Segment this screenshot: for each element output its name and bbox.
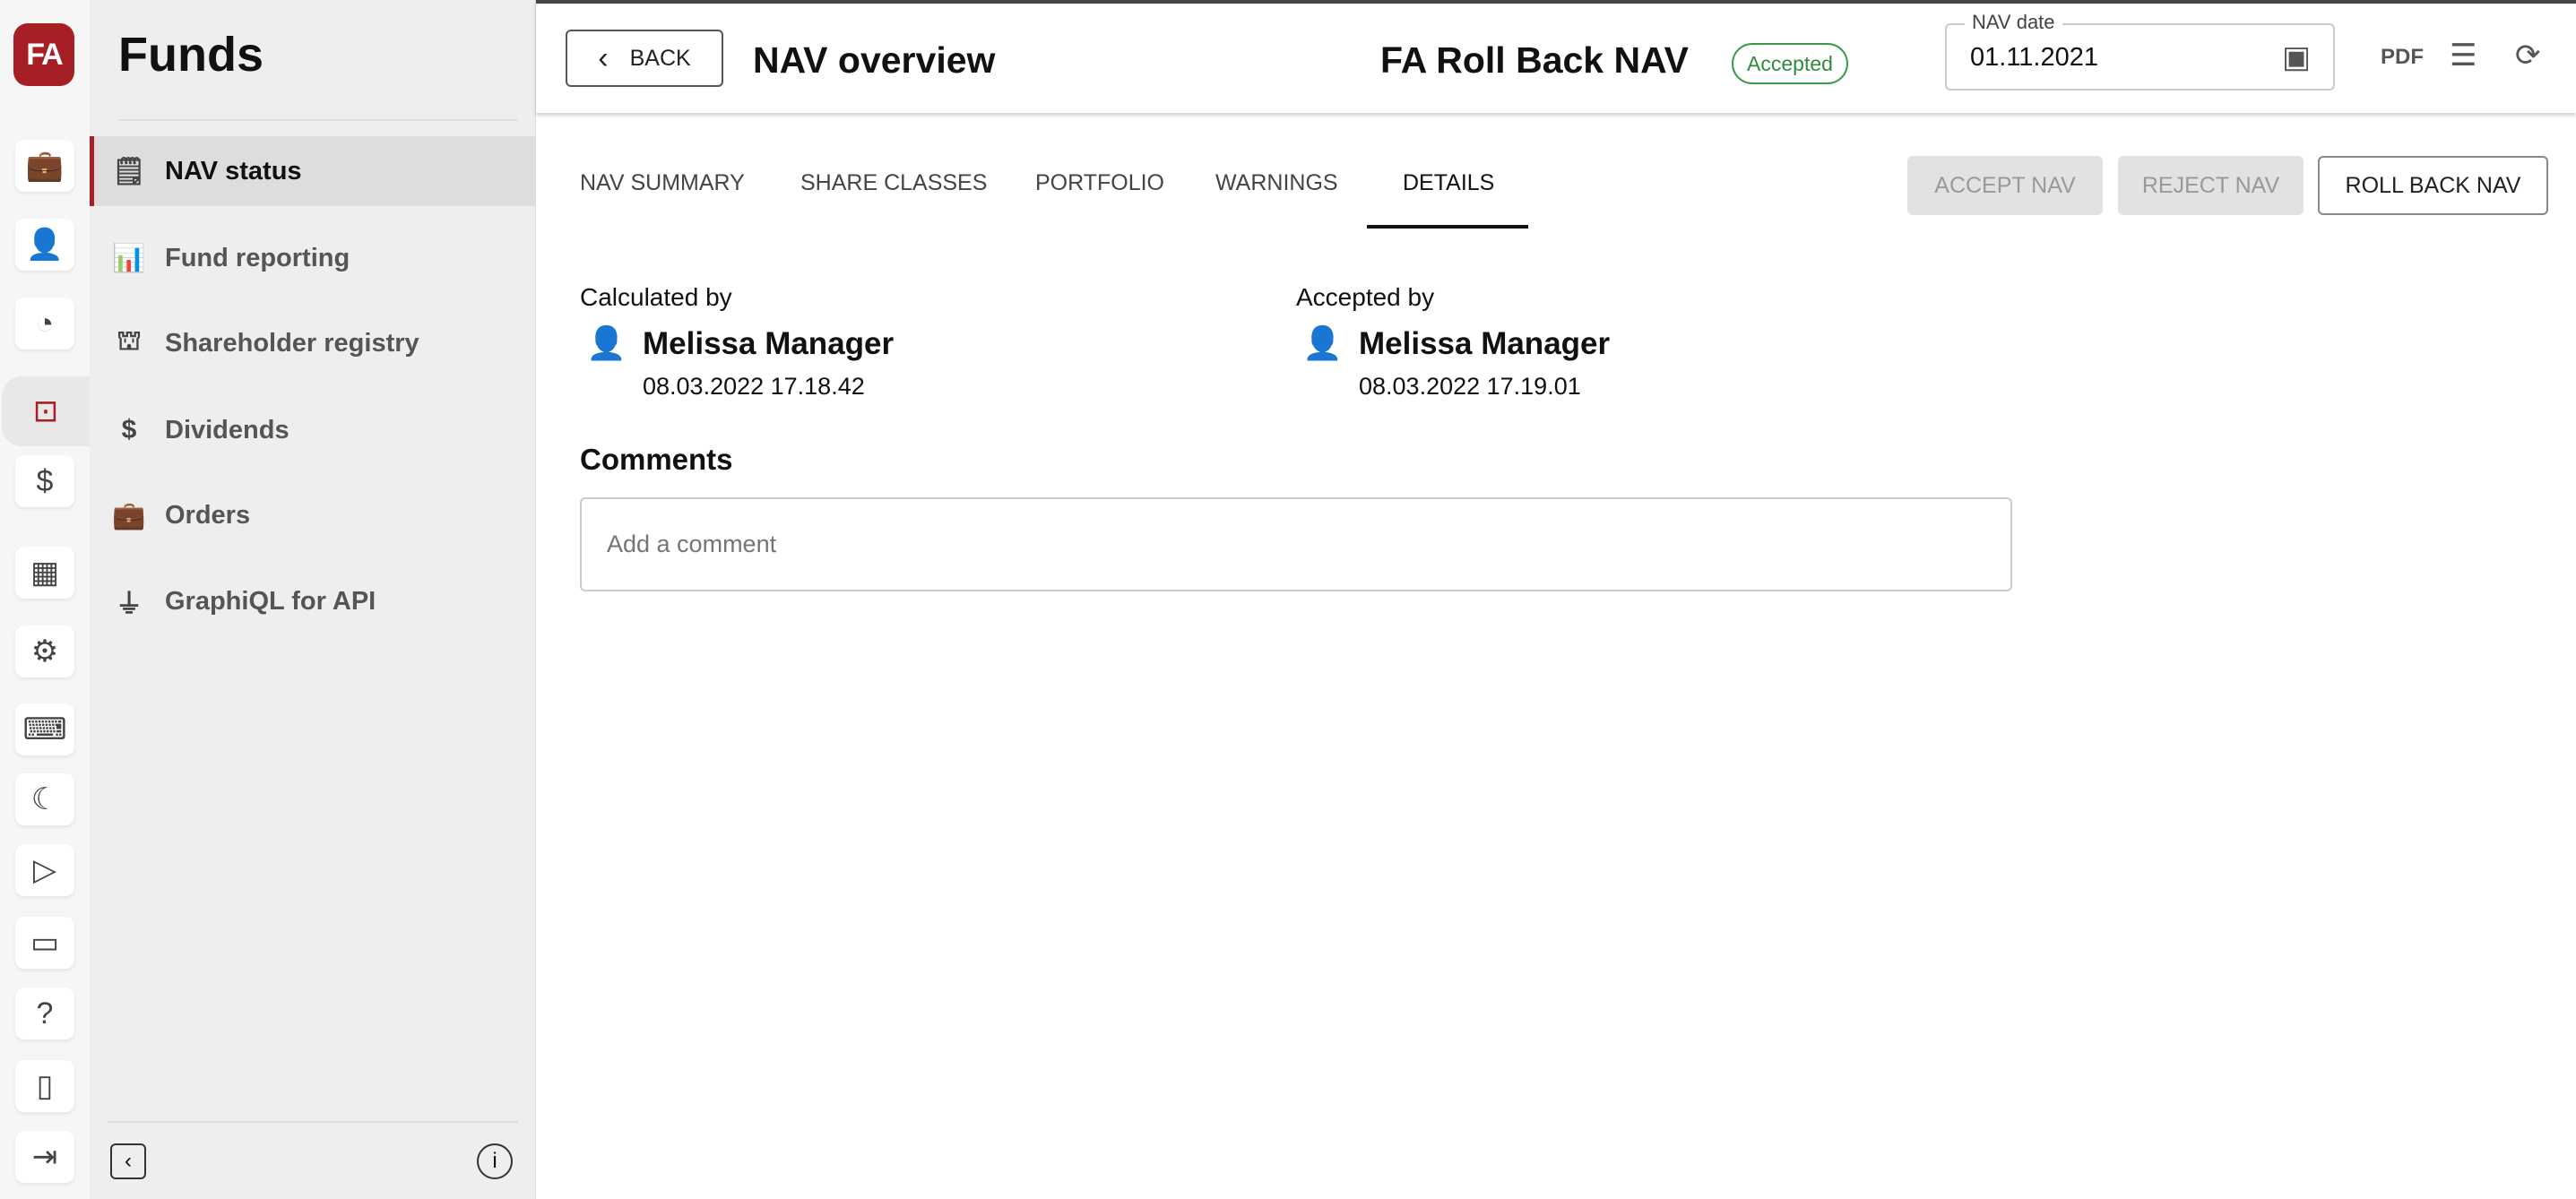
- sidebar-item-dividends[interactable]: $ Dividends: [90, 395, 536, 465]
- dividends-icon[interactable]: $: [15, 455, 74, 507]
- back-button[interactable]: ‹ BACK: [566, 30, 723, 87]
- nav-date-label: NAV date: [1965, 11, 2062, 34]
- fa-logo: FA: [13, 23, 74, 86]
- divider: [118, 119, 518, 121]
- accepted-timestamp: 08.03.2022 17.19.01: [1359, 373, 1581, 400]
- building-icon[interactable]: ▦: [15, 547, 74, 599]
- plug-icon: ⏚: [116, 590, 143, 619]
- document-icon[interactable]: ☰: [2450, 38, 2477, 73]
- refresh-icon[interactable]: ⟳: [2515, 38, 2541, 73]
- calendar-icon[interactable]: ▣: [2282, 39, 2311, 75]
- accepted-by-label: Accepted by: [1296, 283, 1435, 311]
- tab-share-classes[interactable]: SHARE CLASSES: [800, 170, 987, 196]
- chevron-left-icon: ‹: [598, 40, 609, 75]
- tab-nav-summary[interactable]: NAV SUMMARY: [580, 170, 745, 196]
- code-laptop-icon[interactable]: ⌨: [15, 703, 74, 755]
- divider: [108, 1121, 518, 1123]
- section-title: Funds: [118, 28, 264, 82]
- sidebar-item-label: Shareholder registry: [165, 328, 419, 358]
- sidebar-item-shareholder-registry[interactable]: ⛫ Shareholder registry: [90, 308, 536, 378]
- info-icon[interactable]: i: [477, 1143, 513, 1179]
- ticket-icon[interactable]: ▭: [15, 917, 74, 969]
- nav-date-value[interactable]: 01.11.2021: [1970, 43, 2098, 73]
- sidebar-item-nav-status[interactable]: 🗒 NAV status: [90, 136, 536, 206]
- logout-icon[interactable]: ⇥: [15, 1131, 74, 1183]
- person-icon: 👤: [586, 324, 627, 361]
- tab-details[interactable]: DETAILS: [1403, 170, 1494, 196]
- shareholders-icon: ⛫: [117, 326, 142, 356]
- calculated-by-name: Melissa Manager: [643, 326, 895, 361]
- comment-input[interactable]: [580, 497, 2012, 591]
- settings-doc-icon[interactable]: ⚙: [15, 625, 74, 677]
- fund-name: FA Roll Back NAV: [1380, 39, 1690, 81]
- mobile-login-icon[interactable]: ▯: [15, 1060, 74, 1112]
- sidebar-item-orders[interactable]: 💼 Orders: [90, 480, 536, 550]
- status-badge: Accepted: [1732, 43, 1848, 84]
- portfolio-icon[interactable]: 💼: [15, 140, 74, 192]
- pdf-icon[interactable]: PDF: [2381, 45, 2424, 70]
- back-label: BACK: [629, 45, 691, 71]
- accept-nav-button[interactable]: ACCEPT NAV: [1907, 156, 2103, 215]
- sidebar-item-label: Orders: [165, 500, 251, 530]
- moon-icon[interactable]: ☾: [15, 773, 74, 825]
- tab-warnings[interactable]: WARNINGS: [1215, 170, 1338, 196]
- sidebar-item-label: Fund reporting: [165, 243, 350, 272]
- collapse-sidebar-icon[interactable]: ‹: [110, 1143, 146, 1179]
- sidebar-item-label: GraphiQL for API: [165, 586, 376, 616]
- accepted-by-name: Melissa Manager: [1359, 326, 1611, 361]
- sidebar-item-fund-reporting[interactable]: 📊 Fund reporting: [90, 223, 536, 293]
- calculated-by-label: Calculated by: [580, 283, 732, 311]
- bar-chart-icon: 📊: [112, 243, 146, 273]
- roll-back-nav-button[interactable]: ROLL BACK NAV: [2318, 156, 2548, 215]
- sidebar-item-graphiql[interactable]: ⏚ GraphiQL for API: [90, 566, 536, 636]
- play-icon[interactable]: ▷: [15, 844, 74, 896]
- person-icon: 👤: [1302, 324, 1343, 361]
- reports-chart-icon[interactable]: ◔: [15, 298, 74, 349]
- comments-heading: Comments: [580, 443, 733, 476]
- dividends-icon: $: [121, 415, 137, 444]
- reject-nav-button[interactable]: REJECT NAV: [2118, 156, 2304, 215]
- sidebar-item-label: Dividends: [165, 415, 290, 444]
- sidebar-item-label: NAV status: [165, 156, 302, 185]
- funds-icon[interactable]: ⊡: [2, 376, 90, 446]
- nav-status-icon: 🗒: [111, 156, 147, 186]
- client-money-icon[interactable]: 👤: [15, 219, 74, 271]
- page-title: NAV overview: [753, 39, 996, 81]
- briefcase-icon: 💼: [112, 500, 146, 530]
- active-tab-indicator: [1367, 225, 1528, 229]
- tab-portfolio[interactable]: PORTFOLIO: [1035, 170, 1164, 196]
- help-icon[interactable]: ?: [15, 988, 74, 1039]
- calculated-timestamp: 08.03.2022 17.18.42: [643, 373, 865, 400]
